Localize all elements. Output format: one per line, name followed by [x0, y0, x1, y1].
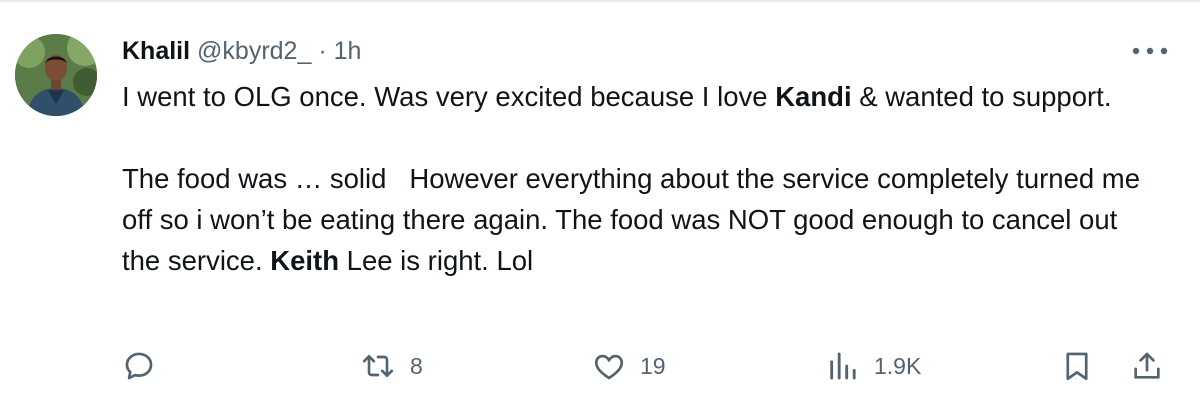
tweet-text-span: Lee is right. Lol — [339, 245, 534, 276]
tweet-bold-text: Kandi — [775, 81, 852, 112]
views-count: 1.9K — [874, 352, 922, 379]
retweet-button[interactable]: 8 — [360, 346, 423, 386]
avatar-image — [15, 34, 97, 116]
more-options-button[interactable] — [1128, 36, 1172, 66]
more-icon — [1132, 47, 1168, 55]
tweet-text-span: & wanted to support. — [851, 81, 1112, 112]
tweet-bold-text: Keith — [270, 245, 340, 276]
share-icon — [1134, 352, 1160, 379]
like-count: 19 — [640, 352, 666, 379]
tweet-paragraph-1: I went to OLG once. Was very excited bec… — [122, 76, 1162, 117]
avatar[interactable] — [15, 34, 97, 116]
bookmark-icon — [1066, 352, 1088, 381]
views-button[interactable]: 1.9K — [826, 346, 921, 386]
tweet-timestamp[interactable]: 1h — [334, 37, 362, 65]
tweet-paragraph-2: The food was … solid However everything … — [122, 158, 1162, 281]
tweet-text: I went to OLG once. Was very excited bec… — [122, 76, 1162, 281]
reply-icon — [125, 352, 153, 380]
retweet-icon — [362, 354, 394, 378]
bookmark-button[interactable] — [1060, 346, 1094, 386]
retweet-count: 8 — [410, 352, 423, 379]
author-name[interactable]: Khalil — [122, 37, 190, 65]
share-button[interactable] — [1130, 346, 1164, 386]
author-handle[interactable]: @kbyrd2_ — [197, 37, 311, 65]
views-icon — [830, 352, 856, 380]
top-divider — [0, 0, 1200, 2]
heart-icon — [594, 354, 624, 380]
tweet-header: Khalil @kbyrd2_ · 1h — [122, 34, 361, 68]
tweet-text-span: I went to OLG once. Was very excited bec… — [122, 81, 776, 112]
header-separator: · — [318, 37, 327, 65]
action-bar: 8 19 1.9K — [0, 340, 1200, 392]
like-button[interactable]: 19 — [592, 346, 666, 386]
reply-button[interactable] — [122, 346, 156, 386]
